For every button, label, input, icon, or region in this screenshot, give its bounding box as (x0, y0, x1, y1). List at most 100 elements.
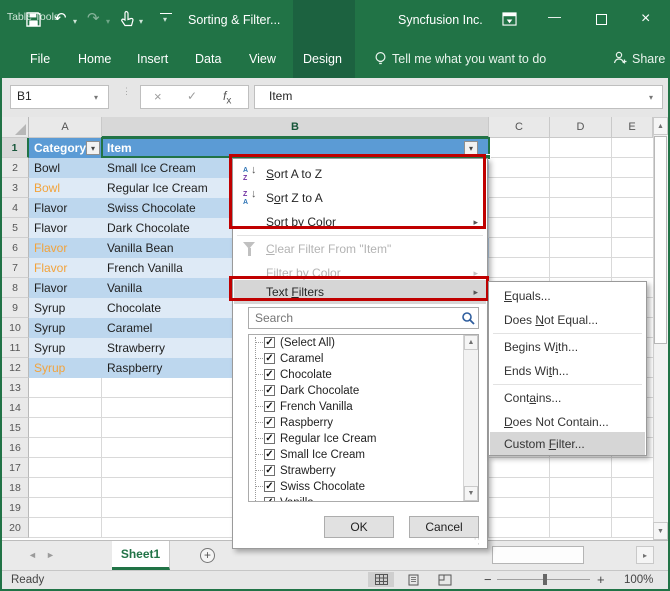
list-item[interactable]: ✓Dark Chocolate (249, 383, 459, 399)
maximize-button[interactable] (596, 14, 607, 25)
zoom-slider-thumb[interactable] (543, 574, 547, 585)
list-scroll-down-icon[interactable]: ▼ (464, 486, 478, 501)
tab-home[interactable]: Home (78, 52, 111, 66)
zoom-level[interactable]: 100% (624, 574, 653, 586)
submenu-custom-filter[interactable]: Custom Filter... (490, 432, 645, 455)
col-header-E[interactable]: E (612, 117, 653, 138)
checkbox-checked[interactable]: ✓ (264, 401, 275, 412)
row-header-14[interactable]: 14 (2, 398, 29, 418)
cancel-entry-icon[interactable]: × (154, 89, 162, 104)
row-header-9[interactable]: 9 (2, 298, 29, 318)
minimize-button[interactable]: — (548, 9, 561, 24)
list-item[interactable]: ✓Raspberry (249, 415, 459, 431)
cell-A6[interactable]: Flavor (29, 238, 102, 258)
list-item[interactable]: ✓Regular Ice Cream (249, 431, 459, 447)
submenu-does-not-equal[interactable]: Does Not Equal... (490, 308, 645, 332)
formula-input[interactable] (254, 85, 663, 109)
list-item[interactable]: ✓Small Ice Cream (249, 447, 459, 463)
submenu-ends-with[interactable]: Ends With... (490, 359, 645, 383)
list-item[interactable]: ✓Strawberry (249, 463, 459, 479)
cancel-button[interactable]: Cancel (409, 516, 479, 538)
checkbox-checked[interactable]: ✓ (264, 465, 275, 476)
insert-function-icon[interactable]: fx (223, 89, 231, 106)
filter-value-list[interactable]: ✓(Select All) ✓Caramel ✓Chocolate ✓Dark … (248, 334, 479, 502)
search-icon[interactable] (461, 311, 475, 330)
submenu-equals[interactable]: Equals... (490, 284, 645, 308)
checkbox-checked[interactable]: ✓ (264, 337, 275, 348)
list-item[interactable]: ✓French Vanilla (249, 399, 459, 415)
sheet-nav-right-icon[interactable]: ► (46, 550, 55, 560)
list-item[interactable]: ✓Chocolate (249, 367, 459, 383)
row-header-11[interactable]: 11 (2, 338, 29, 358)
cell-A5[interactable]: Flavor (29, 218, 102, 238)
checkbox-checked[interactable]: ✓ (264, 353, 275, 364)
row-header-2[interactable]: 2 (2, 158, 29, 178)
tellme-box[interactable]: Tell me what you want to do (392, 52, 546, 66)
row-header-4[interactable]: 4 (2, 198, 29, 218)
row-header-19[interactable]: 19 (2, 498, 29, 518)
cell-A11[interactable]: Syrup (29, 338, 102, 358)
cell-A2[interactable]: Bowl (29, 158, 102, 178)
row-header-6[interactable]: 6 (2, 238, 29, 258)
confirm-entry-icon[interactable]: ✓ (187, 89, 197, 103)
name-box-caret-icon[interactable]: ▾ (94, 93, 98, 102)
checkbox-checked[interactable]: ✓ (264, 417, 275, 428)
vertical-scrollbar-thumb[interactable] (654, 136, 667, 344)
checkbox-checked[interactable]: ✓ (264, 369, 275, 380)
touch-mode-icon[interactable] (120, 10, 134, 32)
row-header-17[interactable]: 17 (2, 458, 29, 478)
sheet-tab-sheet1[interactable]: Sheet1 (112, 541, 170, 570)
cell-A10[interactable]: Syrup (29, 318, 102, 338)
ribbon-display-options-icon[interactable] (502, 12, 517, 31)
hscroll-right-button[interactable]: ▸ (636, 546, 654, 564)
row-header-3[interactable]: 3 (2, 178, 29, 198)
zoom-in-button[interactable]: + (597, 572, 605, 587)
list-scrollbar[interactable]: ▲ ▼ (463, 335, 478, 501)
search-input[interactable] (253, 309, 453, 327)
submenu-begins-with[interactable]: Begins With... (490, 335, 645, 359)
checkbox-checked[interactable]: ✓ (264, 433, 275, 444)
zoom-out-button[interactable]: − (484, 572, 492, 587)
tab-insert[interactable]: Insert (137, 52, 168, 66)
cell-A3[interactable]: Bowl (29, 178, 102, 198)
row-header-7[interactable]: 7 (2, 258, 29, 278)
checkbox-checked[interactable]: ✓ (264, 449, 275, 460)
row-header-5[interactable]: 5 (2, 218, 29, 238)
tab-data[interactable]: Data (195, 52, 221, 66)
checkbox-checked[interactable]: ✓ (264, 481, 275, 492)
ok-button[interactable]: OK (324, 516, 394, 538)
tab-design[interactable]: Design (303, 52, 342, 66)
checkbox-checked[interactable]: ✓ (264, 497, 275, 502)
row-header-8[interactable]: 8 (2, 278, 29, 298)
share-button[interactable]: Share (632, 52, 665, 66)
scroll-up-button[interactable]: ▲ (653, 117, 668, 135)
close-button[interactable]: × (641, 10, 650, 28)
account-name[interactable]: Syncfusion Inc. (398, 13, 483, 27)
row-header-16[interactable]: 16 (2, 438, 29, 458)
list-item[interactable]: ✓(Select All) (249, 335, 459, 351)
col-header-A[interactable]: A (29, 117, 102, 138)
horizontal-scrollbar-thumb[interactable] (492, 546, 584, 564)
list-item[interactable]: ✓Vanilla (249, 495, 459, 502)
save-icon[interactable] (26, 12, 41, 32)
select-all-corner[interactable] (2, 117, 29, 138)
view-normal-button[interactable] (368, 572, 394, 587)
row-header-20[interactable]: 20 (2, 518, 29, 538)
customize-qat-icon[interactable] (160, 13, 172, 14)
filter-search-box[interactable] (248, 307, 479, 329)
row-header-1[interactable]: 1 (2, 138, 29, 158)
undo-caret-icon[interactable]: ▾ (73, 17, 77, 26)
row-header-18[interactable]: 18 (2, 478, 29, 498)
col-header-C[interactable]: C (489, 117, 550, 138)
undo-icon[interactable]: ↶ (54, 11, 67, 26)
touch-mode-caret-icon[interactable]: ▾ (139, 17, 143, 26)
list-scroll-up-icon[interactable]: ▲ (464, 335, 478, 350)
scroll-down-button[interactable]: ▼ (653, 522, 668, 540)
sheet-nav-left-icon[interactable]: ◄ (28, 550, 37, 560)
list-item[interactable]: ✓Swiss Chocolate (249, 479, 459, 495)
row-header-15[interactable]: 15 (2, 418, 29, 438)
row-header-12[interactable]: 12 (2, 358, 29, 378)
cell-A7[interactable]: Flavor (29, 258, 102, 278)
new-sheet-button[interactable]: + (200, 548, 215, 563)
formula-bar-expand-icon[interactable]: ▾ (649, 93, 653, 102)
